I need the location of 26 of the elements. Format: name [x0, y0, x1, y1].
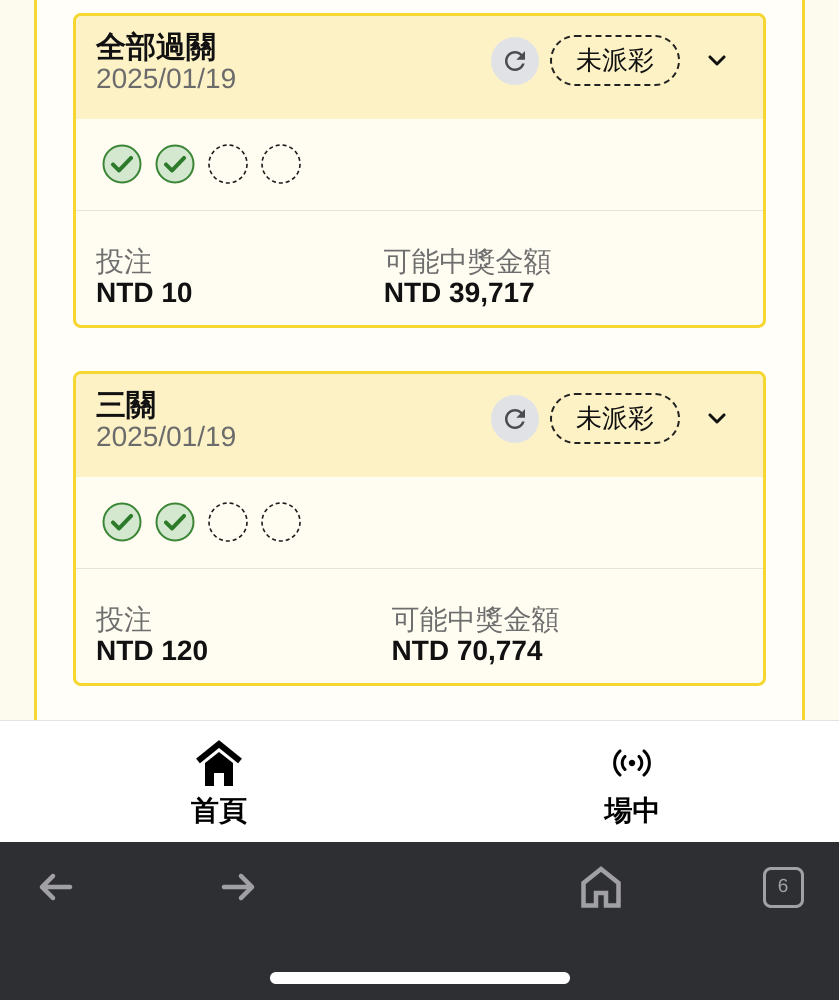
stake-amount: NTD 10	[96, 278, 192, 308]
refresh-icon[interactable]	[491, 394, 539, 442]
payout-label: 可能中獎金額	[392, 604, 560, 636]
payout-status-tag: 未派彩	[550, 393, 680, 444]
nav-tab[interactable]: 場中	[604, 721, 660, 827]
stake-label: 投注	[96, 604, 152, 636]
bet-title: 三關	[96, 390, 156, 422]
back-icon[interactable]	[39, 873, 73, 901]
nav-tab[interactable]: 首頁	[190, 721, 247, 827]
chevron-down-icon[interactable]	[708, 413, 726, 424]
payout-amount: NTD 70,774	[392, 636, 542, 666]
chevron-down-icon[interactable]	[708, 55, 726, 66]
payout-status-tag: 未派彩	[550, 35, 680, 86]
stake-amount: NTD 120	[96, 636, 208, 666]
refresh-icon[interactable]	[491, 36, 539, 84]
payout-amount: NTD 39,717	[384, 278, 535, 308]
stake-label: 投注	[96, 246, 152, 278]
bet-date: 2025/01/19	[96, 422, 236, 452]
home-icon	[194, 740, 243, 786]
bet-title: 全部過關	[96, 32, 216, 64]
payout-label: 可能中獎金額	[384, 246, 552, 278]
home-icon[interactable]	[581, 866, 621, 908]
tabs-button[interactable]: 6	[762, 866, 804, 908]
radio-waves-icon	[613, 748, 652, 778]
forward-icon[interactable]	[221, 873, 255, 901]
bet-date: 2025/01/19	[96, 64, 236, 94]
